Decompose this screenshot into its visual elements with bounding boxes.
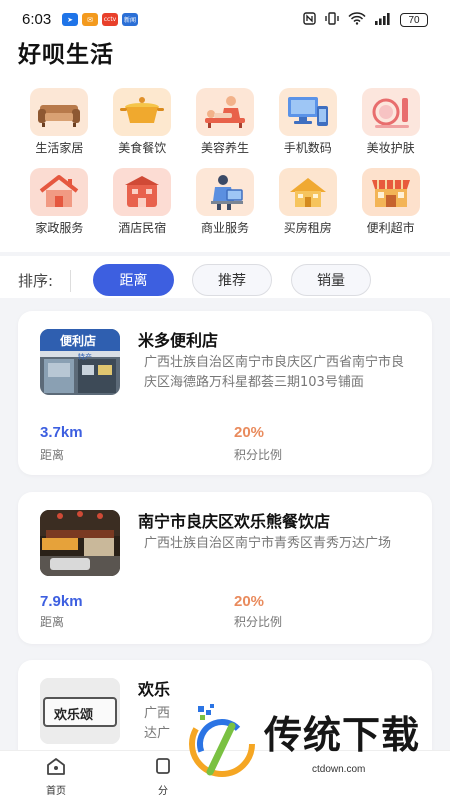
sort-option-distance[interactable]: 距离: [93, 264, 174, 296]
category-label: 手机数码: [283, 141, 332, 155]
app-title: 好呗生活: [18, 42, 114, 68]
store-address-line2: 达广: [144, 726, 171, 741]
home-icon: [46, 757, 66, 779]
status-time: 6:03: [22, 11, 52, 28]
store-thumbnail: 欢乐颂: [40, 678, 120, 744]
category-food-dining[interactable]: 美食餐饮: [101, 88, 184, 156]
vibrate-icon: [324, 12, 340, 28]
watermark: 传统下载 ctdown.com: [180, 702, 442, 782]
points-rate-value: 20%: [234, 424, 265, 441]
category-business[interactable]: 商业服务: [184, 168, 267, 236]
devices-icon: [278, 88, 337, 136]
massage-icon: [195, 88, 254, 136]
message-icon: ✉: [82, 13, 98, 26]
watermark-domain: ctdown.com: [312, 764, 366, 775]
paper-plane-icon: ➤: [62, 13, 78, 26]
category-hotel[interactable]: 酒店民宿: [101, 168, 184, 236]
store-address: 广西壮族自治区南宁市青秀区青秀万达广场: [144, 536, 392, 551]
status-bar: 6:03 ➤ ✉ cctv 新闻 70: [0, 0, 450, 40]
distance-label: 距离: [40, 615, 65, 629]
distance-label: 距离: [40, 448, 65, 462]
thumb-sign-text: 便利店: [60, 334, 97, 348]
store-thumbnail: [40, 510, 120, 576]
category-home-living[interactable]: 生活家居: [18, 88, 101, 156]
hotel-icon: [113, 168, 172, 216]
sort-separator: [70, 270, 71, 292]
category-convenience-store[interactable]: 便利超市: [349, 168, 432, 236]
store-card[interactable]: 便利店 特产 米多便利店 广西壮族自治区南宁市良庆区广西省南宁市良庆区海德路万科…: [18, 311, 432, 475]
sort-option-sales[interactable]: 销量: [291, 264, 371, 296]
nav-home[interactable]: 首页: [31, 757, 81, 797]
cctv-app-icon: cctv: [102, 13, 118, 26]
watermark-text: 传统下载: [264, 713, 421, 757]
watermark-logo-icon: [189, 704, 255, 777]
category-housekeeping[interactable]: 家政服务: [18, 168, 101, 236]
points-rate-value: 20%: [234, 593, 265, 610]
points-rate-label: 积分比例: [234, 448, 283, 462]
category-label: 便利超市: [366, 221, 415, 235]
category-cosmetics[interactable]: 美妆护肤: [349, 88, 432, 156]
system-icons: 70: [303, 12, 428, 28]
category-digital[interactable]: 手机数码: [266, 88, 349, 156]
house-icon: [30, 168, 89, 216]
distance-value: 3.7km: [40, 424, 83, 441]
category-label: 美妆护肤: [366, 141, 415, 155]
thumb-sign-subtext: 特产: [78, 353, 92, 361]
points-rate-label: 积分比例: [234, 615, 283, 629]
category-label: 生活家居: [35, 141, 84, 155]
real-estate-icon: [278, 168, 337, 216]
store-address: 广西: [144, 706, 171, 721]
sort-label: 排序:: [18, 272, 54, 290]
distance-value: 7.9km: [40, 593, 83, 610]
cosmetics-icon: [361, 88, 420, 136]
store-address: 广西壮族自治区南宁市良庆区广西省南宁市良庆区海德路万科星都荟三期103号铺面: [144, 355, 405, 390]
pot-icon: [113, 88, 172, 136]
sofa-icon: [30, 88, 89, 136]
category-label: 美容养生: [200, 141, 249, 155]
business-person-icon: [195, 168, 254, 216]
notification-icons: ➤ ✉ cctv 新闻: [62, 13, 138, 26]
store-name: 南宁市良庆区欢乐熊餐饮店: [138, 512, 331, 531]
category-label: 商业服务: [200, 221, 249, 235]
category-label: 家政服务: [35, 221, 84, 235]
battery-indicator: 70: [400, 13, 428, 27]
category-beauty-wellness[interactable]: 美容养生: [184, 88, 267, 156]
store-name: 欢乐: [138, 680, 171, 699]
signal-icon: [374, 12, 392, 28]
category-label: 酒店民宿: [118, 221, 167, 235]
store-name: 米多便利店: [138, 331, 219, 350]
category-label: 买房租房: [283, 221, 332, 235]
section-divider: [0, 252, 450, 256]
sort-option-recommended[interactable]: 推荐: [192, 264, 272, 296]
nfc-icon: [303, 12, 316, 28]
nav-label: 分: [158, 786, 168, 797]
news-app-icon: 新闻: [122, 13, 138, 26]
store-thumbnail: 便利店 特产: [40, 329, 120, 395]
category-grid: 生活家居 美食餐饮 美容养生 手机数码 美妆护肤 家政服务 酒店民宿 商业服务 …: [18, 88, 432, 236]
category-real-estate[interactable]: 买房租房: [266, 168, 349, 236]
category-label: 美食餐饮: [118, 141, 167, 155]
wifi-icon: [348, 12, 366, 28]
nav-label: 首页: [46, 786, 66, 797]
thumb-sign-text: 欢乐颂: [54, 708, 94, 723]
store-icon: [361, 168, 420, 216]
store-card[interactable]: 南宁市良庆区欢乐熊餐饮店 广西壮族自治区南宁市青秀区青秀万达广场 7.9km 距…: [18, 492, 432, 644]
category-icon: [153, 757, 173, 779]
